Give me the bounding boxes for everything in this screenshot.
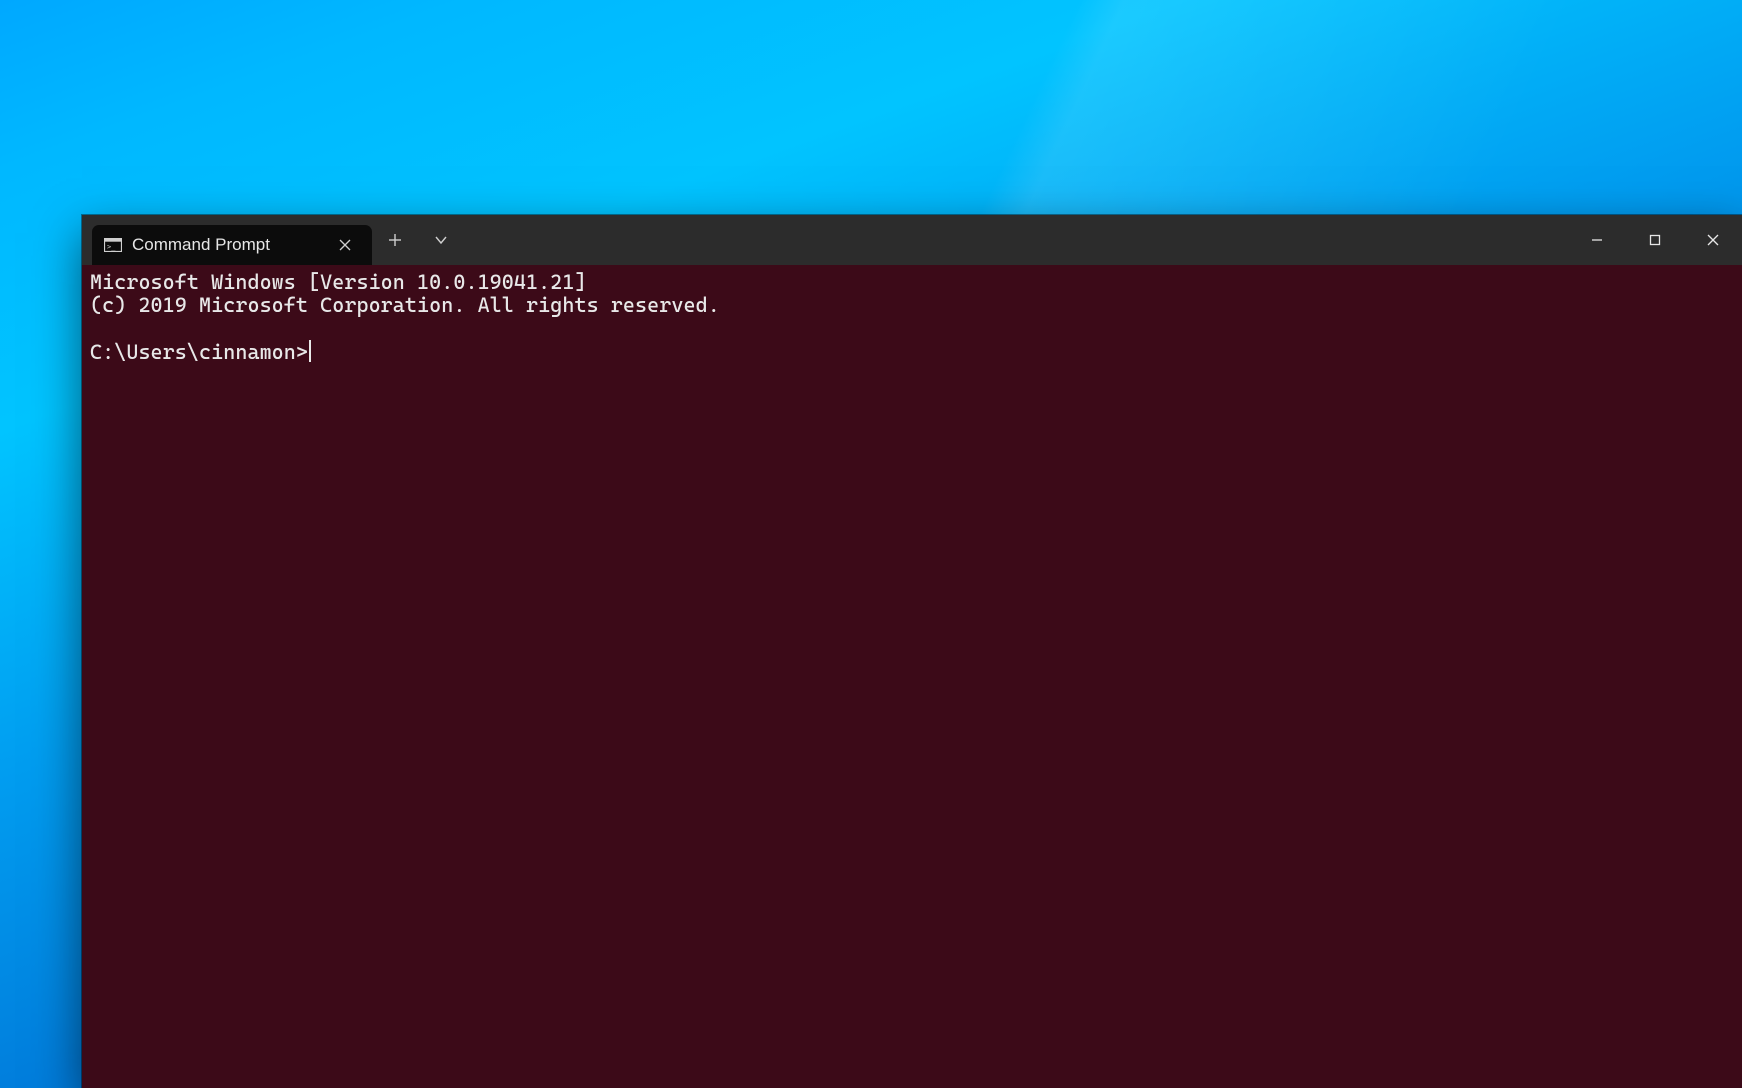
tab-strip: >_ Command Prompt <box>82 215 372 265</box>
terminal-line: Microsoft Windows [Version 10.0.19041.21… <box>90 270 587 294</box>
tab-close-button[interactable] <box>332 232 358 258</box>
chevron-down-icon <box>434 233 448 247</box>
text-cursor <box>309 340 311 362</box>
svg-text:>_: >_ <box>107 243 116 251</box>
maximize-button[interactable] <box>1626 215 1684 265</box>
new-tab-button[interactable] <box>372 215 418 265</box>
window-close-button[interactable] <box>1684 215 1742 265</box>
tab-command-prompt[interactable]: >_ Command Prompt <box>92 225 372 265</box>
terminal-prompt: C:\Users\cinnamon> <box>90 340 308 364</box>
terminal-window: >_ Command Prompt <box>82 215 1742 1088</box>
titlebar[interactable]: >_ Command Prompt <box>82 215 1742 265</box>
cmd-icon: >_ <box>104 238 122 252</box>
desktop-wallpaper: >_ Command Prompt <box>0 0 1742 1088</box>
minimize-button[interactable] <box>1568 215 1626 265</box>
plus-icon <box>388 233 402 247</box>
titlebar-drag-region[interactable] <box>464 215 1568 265</box>
tab-title: Command Prompt <box>132 235 322 255</box>
maximize-icon <box>1648 233 1662 247</box>
minimize-icon <box>1590 233 1604 247</box>
close-icon <box>1706 233 1720 247</box>
close-icon <box>339 239 351 251</box>
terminal-line: (c) 2019 Microsoft Corporation. All righ… <box>90 293 720 317</box>
window-controls <box>1568 215 1742 265</box>
terminal-output[interactable]: Microsoft Windows [Version 10.0.19041.21… <box>82 265 1742 1088</box>
tab-dropdown-button[interactable] <box>418 215 464 265</box>
